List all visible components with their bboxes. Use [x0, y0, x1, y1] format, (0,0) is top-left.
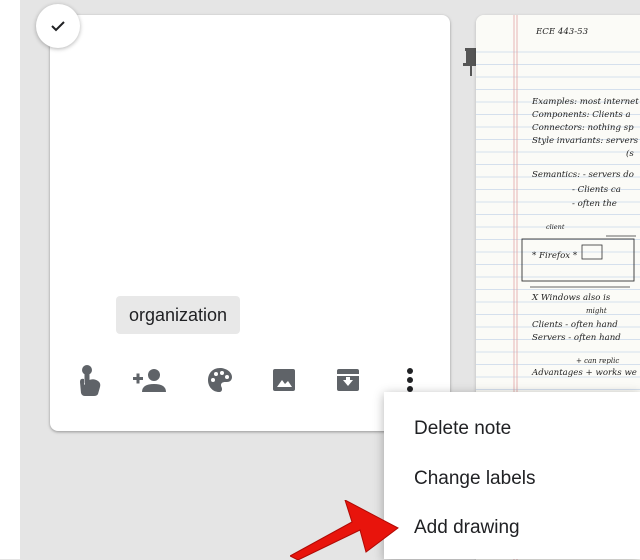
handwriting-line: (s [626, 149, 634, 159]
handwriting-line: Semantics: - servers do [532, 170, 634, 180]
handwriting-line: might [586, 307, 607, 315]
touch-reminder-icon[interactable] [72, 362, 108, 398]
red-arrow-annotation [290, 500, 399, 560]
handwriting-line: Clients - often hand [532, 320, 618, 330]
menu-item-add-drawing[interactable]: Add drawing [414, 513, 520, 543]
palette-icon[interactable] [202, 362, 238, 398]
menu-item-delete-note[interactable]: Delete note [414, 414, 511, 444]
add-collaborator-icon[interactable] [132, 362, 168, 398]
check-icon [51, 21, 65, 32]
handwriting-line: X Windows also is [532, 293, 611, 303]
handwriting-line: Servers - often hand [532, 333, 621, 343]
handwriting-line: client [546, 223, 565, 231]
handwriting-line: Connectors: nothing sp [532, 123, 634, 133]
menu-item-change-labels[interactable]: Change labels [414, 464, 535, 494]
handwriting-line: + can replic [576, 357, 620, 365]
handwriting-line: Style invariants: servers [532, 136, 639, 146]
page-margin [0, 0, 20, 559]
handwriting-line: Components: Clients a [532, 110, 631, 120]
select-note-button[interactable] [36, 4, 80, 48]
note-card[interactable]: organization [50, 15, 479, 431]
handwriting-line: Advantages + works we [532, 368, 637, 378]
note-options-menu: Delete note Change labels Add drawing [384, 392, 640, 559]
handwriting-line: - Clients ca [572, 185, 621, 195]
archive-icon[interactable] [330, 362, 366, 398]
image-icon[interactable] [266, 362, 302, 398]
handwriting-line: * Firefox * [532, 251, 578, 261]
handwriting-line: Examples: most internet [532, 97, 639, 107]
label-chip[interactable]: organization [116, 296, 241, 334]
handwriting-line: - often the [572, 199, 617, 209]
handwriting-line: ECE 443-53 [536, 27, 589, 37]
